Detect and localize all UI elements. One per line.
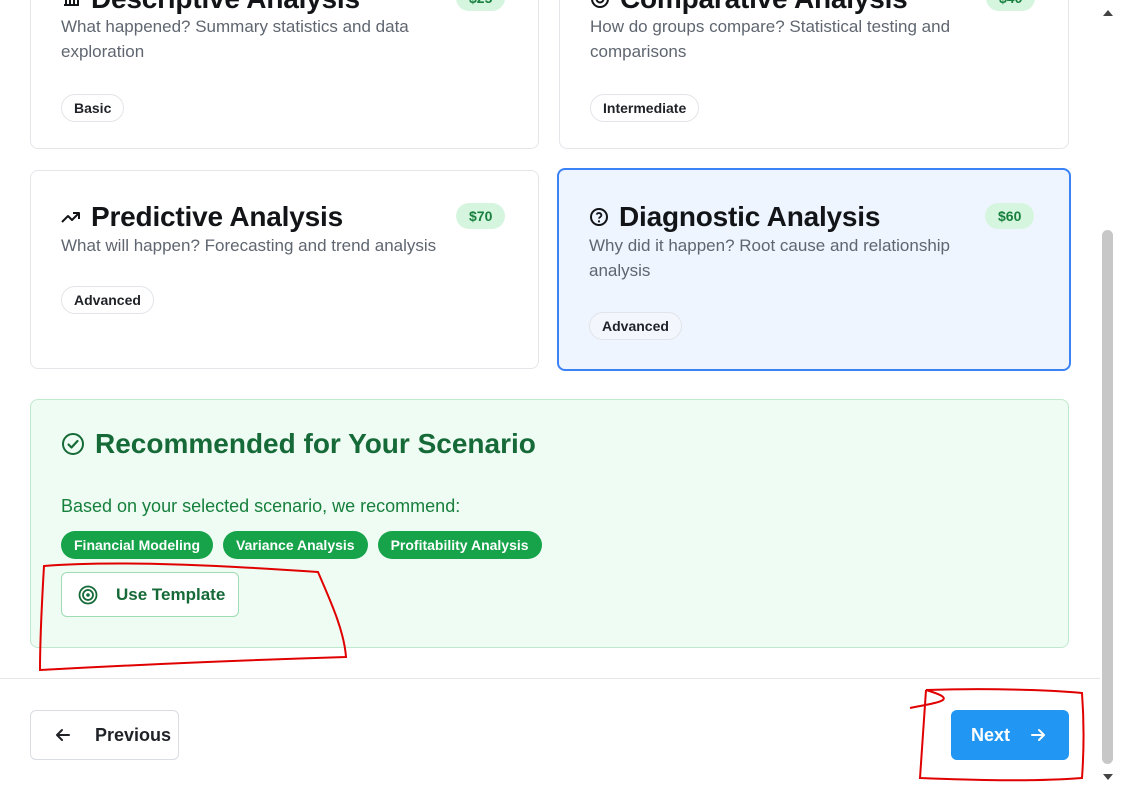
recommended-tag: Financial Modeling [61, 531, 214, 559]
scroll-up-arrow-icon[interactable] [1102, 8, 1114, 18]
analysis-card-predictive[interactable]: Predictive Analysis $70 What will happen… [30, 170, 539, 369]
bar-chart-icon [61, 0, 81, 9]
card-description: Why did it happen? Root cause and relati… [589, 236, 951, 280]
analysis-card-descriptive[interactable]: Descriptive Analysis $25 What happened? … [30, 0, 539, 149]
card-description: What will happen? Forecasting and trend … [61, 236, 437, 255]
target-icon [78, 585, 98, 605]
trending-up-icon [61, 207, 81, 227]
price-badge: $40 [986, 0, 1036, 11]
level-badge: Advanced [61, 286, 154, 314]
arrow-left-icon [53, 725, 73, 745]
level-badge: Advanced [589, 312, 682, 340]
scrollbar-thumb[interactable] [1102, 230, 1113, 764]
scroll-down-arrow-icon[interactable] [1102, 772, 1114, 782]
recommendation-title: Recommended for Your Scenario [95, 428, 536, 459]
use-template-button[interactable]: Use Template [61, 572, 239, 617]
card-title: Predictive Analysis [91, 201, 343, 232]
next-button[interactable]: Next [951, 710, 1069, 760]
price-badge: $60 [985, 203, 1035, 229]
previous-button[interactable]: Previous [30, 710, 179, 760]
target-icon [590, 0, 610, 9]
level-badge: Basic [61, 94, 125, 122]
recommendation-panel: Recommended for Your Scenario Based on y… [30, 399, 1069, 648]
wizard-footer: Previous Next [0, 678, 1100, 789]
previous-label: Previous [95, 724, 172, 745]
arrow-right-icon [1028, 725, 1048, 745]
card-description: How do groups compare? Statistical testi… [590, 17, 951, 61]
analysis-selection-page: Descriptive Analysis $25 What happened? … [0, 0, 1100, 789]
help-circle-icon [589, 207, 609, 227]
price-badge: $25 [456, 0, 506, 11]
card-description: What happened? Summary statistics and da… [61, 17, 409, 61]
analysis-card-comparative[interactable]: Comparative Analysis $40 How do groups c… [559, 0, 1069, 149]
analysis-card-diagnostic[interactable]: Diagnostic Analysis $60 Why did it happe… [557, 168, 1071, 371]
card-title: Diagnostic Analysis [619, 201, 881, 232]
recommendation-tags: Financial Modeling Variance Analysis Pro… [61, 531, 542, 559]
check-circle-icon [61, 432, 85, 456]
recommended-tag: Variance Analysis [223, 531, 368, 559]
background-page-edge [1118, 0, 1126, 789]
next-label: Next [971, 724, 1011, 745]
use-template-label: Use Template [116, 584, 226, 604]
recommendation-text: Based on your selected scenario, we reco… [61, 496, 461, 516]
card-title: Descriptive Analysis [91, 0, 360, 15]
level-badge: Intermediate [590, 94, 700, 122]
recommended-tag: Profitability Analysis [377, 531, 542, 559]
card-title: Comparative Analysis [620, 0, 908, 15]
price-badge: $70 [456, 203, 506, 229]
